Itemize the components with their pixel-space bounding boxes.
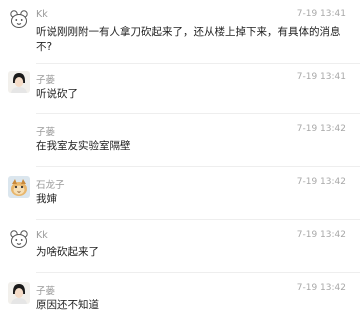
cartoon-creature-icon[interactable] bbox=[8, 176, 30, 198]
timestamp: 7-19 13:41 bbox=[296, 9, 346, 19]
divider bbox=[36, 63, 360, 64]
sender-name[interactable]: 子蒌 bbox=[36, 72, 55, 86]
sender-name[interactable]: 石龙子 bbox=[36, 177, 65, 191]
person-portrait-icon[interactable] bbox=[8, 71, 30, 93]
timestamp: 7-19 13:42 bbox=[296, 283, 346, 293]
timestamp: 7-19 13:42 bbox=[296, 177, 346, 187]
chat-log: Kk 7-19 13:41 听说刚刚附一有人拿刀砍起来了，还从楼上掉下来，有具体… bbox=[0, 0, 360, 326]
divider bbox=[36, 219, 360, 220]
sender-name[interactable]: Kk bbox=[36, 230, 48, 241]
timestamp: 7-19 13:42 bbox=[296, 124, 346, 134]
message-text: 在我室友实验室隔壁 bbox=[36, 140, 131, 152]
sender-name[interactable]: 子蒌 bbox=[36, 283, 55, 297]
sender-name[interactable]: 子蒌 bbox=[36, 124, 55, 138]
timestamp: 7-19 13:42 bbox=[296, 230, 346, 240]
message-text: 听说砍了 bbox=[36, 88, 78, 100]
message-text: 为啥砍起来了 bbox=[36, 246, 99, 258]
divider bbox=[36, 166, 360, 167]
bear-doodle-icon[interactable] bbox=[8, 8, 30, 30]
divider bbox=[36, 272, 360, 273]
message-text: 我婶 bbox=[36, 193, 57, 205]
message-text: 听说刚刚附一有人拿刀砍起来了，还从楼上掉下来，有具体的消息不? bbox=[36, 26, 341, 53]
bear-doodle-icon[interactable] bbox=[8, 228, 30, 250]
sender-name[interactable]: Kk bbox=[36, 9, 48, 20]
person-portrait-icon[interactable] bbox=[8, 282, 30, 304]
message-text: 原因还不知道 bbox=[36, 299, 99, 311]
divider bbox=[36, 113, 360, 114]
timestamp: 7-19 13:41 bbox=[296, 72, 346, 82]
